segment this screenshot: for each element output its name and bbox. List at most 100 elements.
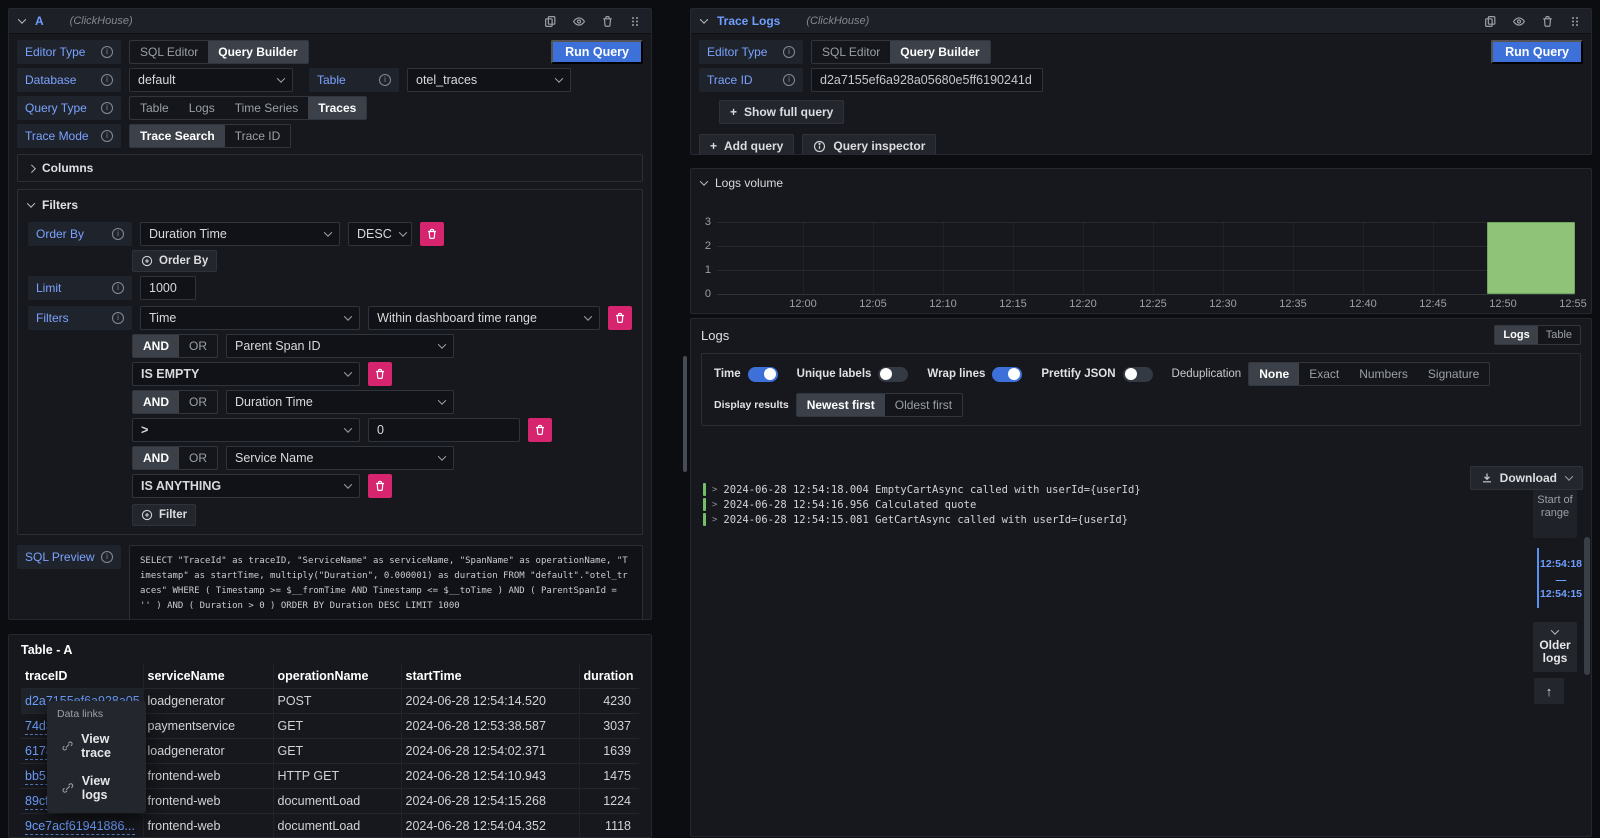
order-by-label: Order Byi — [28, 222, 132, 246]
or-option[interactable]: OR — [179, 391, 217, 413]
scroll-to-top-button[interactable]: ↑ — [1534, 678, 1564, 704]
logs-scrollbar[interactable] — [1584, 537, 1590, 675]
tab-time-series[interactable]: Time Series — [225, 97, 309, 119]
arrow-up-icon: ↑ — [1546, 684, 1553, 699]
duplicate-icon[interactable] — [544, 15, 557, 28]
col-duration[interactable]: duration — [579, 664, 639, 689]
deduplication-toggle: None Exact Numbers Signature — [1248, 362, 1490, 386]
remove-condition-button[interactable] — [368, 362, 392, 386]
and-option[interactable]: AND — [133, 447, 179, 469]
add-filter-button[interactable]: Filter — [132, 504, 196, 526]
table-panel-title: Table - A — [21, 643, 639, 657]
trace-link[interactable]: 9ce7acf61941886... — [25, 819, 135, 835]
add-query-button[interactable]: +Add query — [699, 134, 794, 155]
unique-labels-toggle[interactable] — [878, 367, 908, 382]
col-servicename[interactable]: serviceName — [143, 664, 273, 689]
prettify-json-toggle[interactable] — [1123, 367, 1153, 382]
condition-field-select[interactable]: Parent Span ID — [226, 334, 454, 358]
chevron-down-icon — [344, 312, 352, 320]
collapse-chevron-icon[interactable] — [18, 15, 26, 23]
run-query-button[interactable]: Run Query — [551, 40, 643, 64]
dedup-signature[interactable]: Signature — [1418, 363, 1489, 385]
trace-mode-label: Trace Modei — [17, 124, 121, 148]
tab-trace-search[interactable]: Trace Search — [130, 125, 225, 147]
dedup-exact[interactable]: Exact — [1299, 363, 1349, 385]
condition-operator-select[interactable]: IS EMPTY — [132, 362, 360, 386]
data-links-context-menu: Data links View trace View logs — [47, 701, 146, 813]
eye-icon[interactable] — [1512, 15, 1526, 28]
filter-field-select[interactable]: Time — [140, 306, 360, 330]
order-by-direction-select[interactable]: DESC — [348, 222, 412, 246]
chevron-down-icon — [344, 480, 352, 488]
condition-field-select[interactable]: Duration Time — [226, 390, 454, 414]
newest-first-option[interactable]: Newest first — [797, 394, 885, 416]
log-row[interactable]: >2024-06-28 12:54:16.956 Calculated quot… — [703, 497, 1141, 512]
condition-value-input[interactable]: 0 — [368, 418, 520, 442]
remove-condition-button[interactable] — [528, 418, 552, 442]
log-row[interactable]: >2024-06-28 12:54:15.081 GetCartAsync ca… — [703, 512, 1141, 527]
filters-section-header[interactable]: Filters — [28, 198, 632, 212]
tab-query-builder[interactable]: Query Builder — [208, 41, 307, 63]
view-trace-menu-item[interactable]: View trace — [47, 725, 146, 767]
tab-trace-id[interactable]: Trace ID — [225, 125, 291, 147]
columns-section[interactable]: Columns — [17, 154, 643, 182]
col-starttime[interactable]: startTime — [401, 664, 579, 689]
tab-table-view[interactable]: Table — [1538, 326, 1580, 344]
wrap-lines-toggle-label: Wrap lines — [927, 368, 985, 380]
and-option[interactable]: AND — [133, 391, 179, 413]
duplicate-icon[interactable] — [1484, 15, 1497, 28]
table-select[interactable]: otel_traces — [407, 68, 571, 92]
drag-handle-icon[interactable] — [629, 15, 641, 28]
or-option[interactable]: OR — [179, 335, 217, 357]
or-option[interactable]: OR — [179, 447, 217, 469]
query-inspector-button[interactable]: Query inspector — [802, 134, 936, 155]
delete-panel-icon[interactable] — [1541, 15, 1554, 28]
col-traceid[interactable]: traceID — [21, 664, 143, 689]
tab-sql-editor[interactable]: SQL Editor — [130, 41, 208, 63]
show-full-query-button[interactable]: +Show full query — [719, 100, 844, 124]
condition-operator-select[interactable]: IS ANYTHING — [132, 474, 360, 498]
tab-sql-editor[interactable]: SQL Editor — [812, 41, 890, 63]
drag-handle-icon[interactable] — [1569, 15, 1581, 28]
log-row[interactable]: >2024-06-28 12:54:18.004 EmptyCartAsync … — [703, 482, 1141, 497]
oldest-first-option[interactable]: Oldest first — [885, 394, 962, 416]
remove-condition-button[interactable] — [368, 474, 392, 498]
tab-traces[interactable]: Traces — [308, 97, 366, 119]
older-logs-button[interactable]: Older logs — [1533, 622, 1577, 672]
chevron-down-icon — [344, 424, 352, 432]
datasource-label: (ClickHouse) — [70, 15, 133, 27]
tab-query-builder[interactable]: Query Builder — [890, 41, 989, 63]
trace-id-input[interactable]: d2a7155ef6a928a05680e5ff6190241d — [811, 68, 1043, 92]
logs-controls: Time Unique labels Wrap lines Prettify J… — [701, 353, 1581, 426]
time-toggle[interactable] — [748, 367, 778, 382]
view-logs-menu-item[interactable]: View logs — [47, 767, 146, 809]
logs-volume-header[interactable]: Logs volume — [691, 169, 1591, 190]
database-select[interactable]: default — [129, 68, 293, 92]
panel-scrollbar[interactable] — [683, 356, 687, 472]
tab-logs-view[interactable]: Logs — [1495, 326, 1537, 344]
col-operationname[interactable]: operationName — [273, 664, 401, 689]
order-by-field-select[interactable]: Duration Time — [140, 222, 340, 246]
add-order-by-button[interactable]: Order By — [132, 250, 217, 272]
limit-input[interactable]: 1000 — [140, 276, 196, 300]
run-query-button[interactable]: Run Query — [1491, 40, 1583, 64]
tab-logs[interactable]: Logs — [179, 97, 225, 119]
filter-value-select[interactable]: Within dashboard time range — [368, 306, 600, 330]
remove-filter-button[interactable] — [608, 306, 632, 330]
chevron-down-icon — [1551, 626, 1559, 634]
tab-table[interactable]: Table — [130, 97, 179, 119]
wrap-lines-toggle[interactable] — [992, 367, 1022, 382]
collapse-chevron-icon[interactable] — [700, 15, 708, 23]
eye-icon[interactable] — [572, 15, 586, 28]
condition-field-select[interactable]: Service Name — [226, 446, 454, 470]
and-option[interactable]: AND — [133, 335, 179, 357]
chevron-down-icon — [277, 74, 285, 82]
condition-operator-select[interactable]: > — [132, 418, 360, 442]
info-icon: i — [101, 74, 113, 86]
dedup-none[interactable]: None — [1249, 363, 1299, 385]
trace-logs-panel: Trace Logs (ClickHouse) Editor Typei SQL… — [690, 8, 1592, 155]
download-button[interactable]: Download — [1470, 466, 1583, 490]
delete-panel-icon[interactable] — [601, 15, 614, 28]
dedup-numbers[interactable]: Numbers — [1349, 363, 1418, 385]
remove-order-by-button[interactable] — [420, 222, 444, 246]
